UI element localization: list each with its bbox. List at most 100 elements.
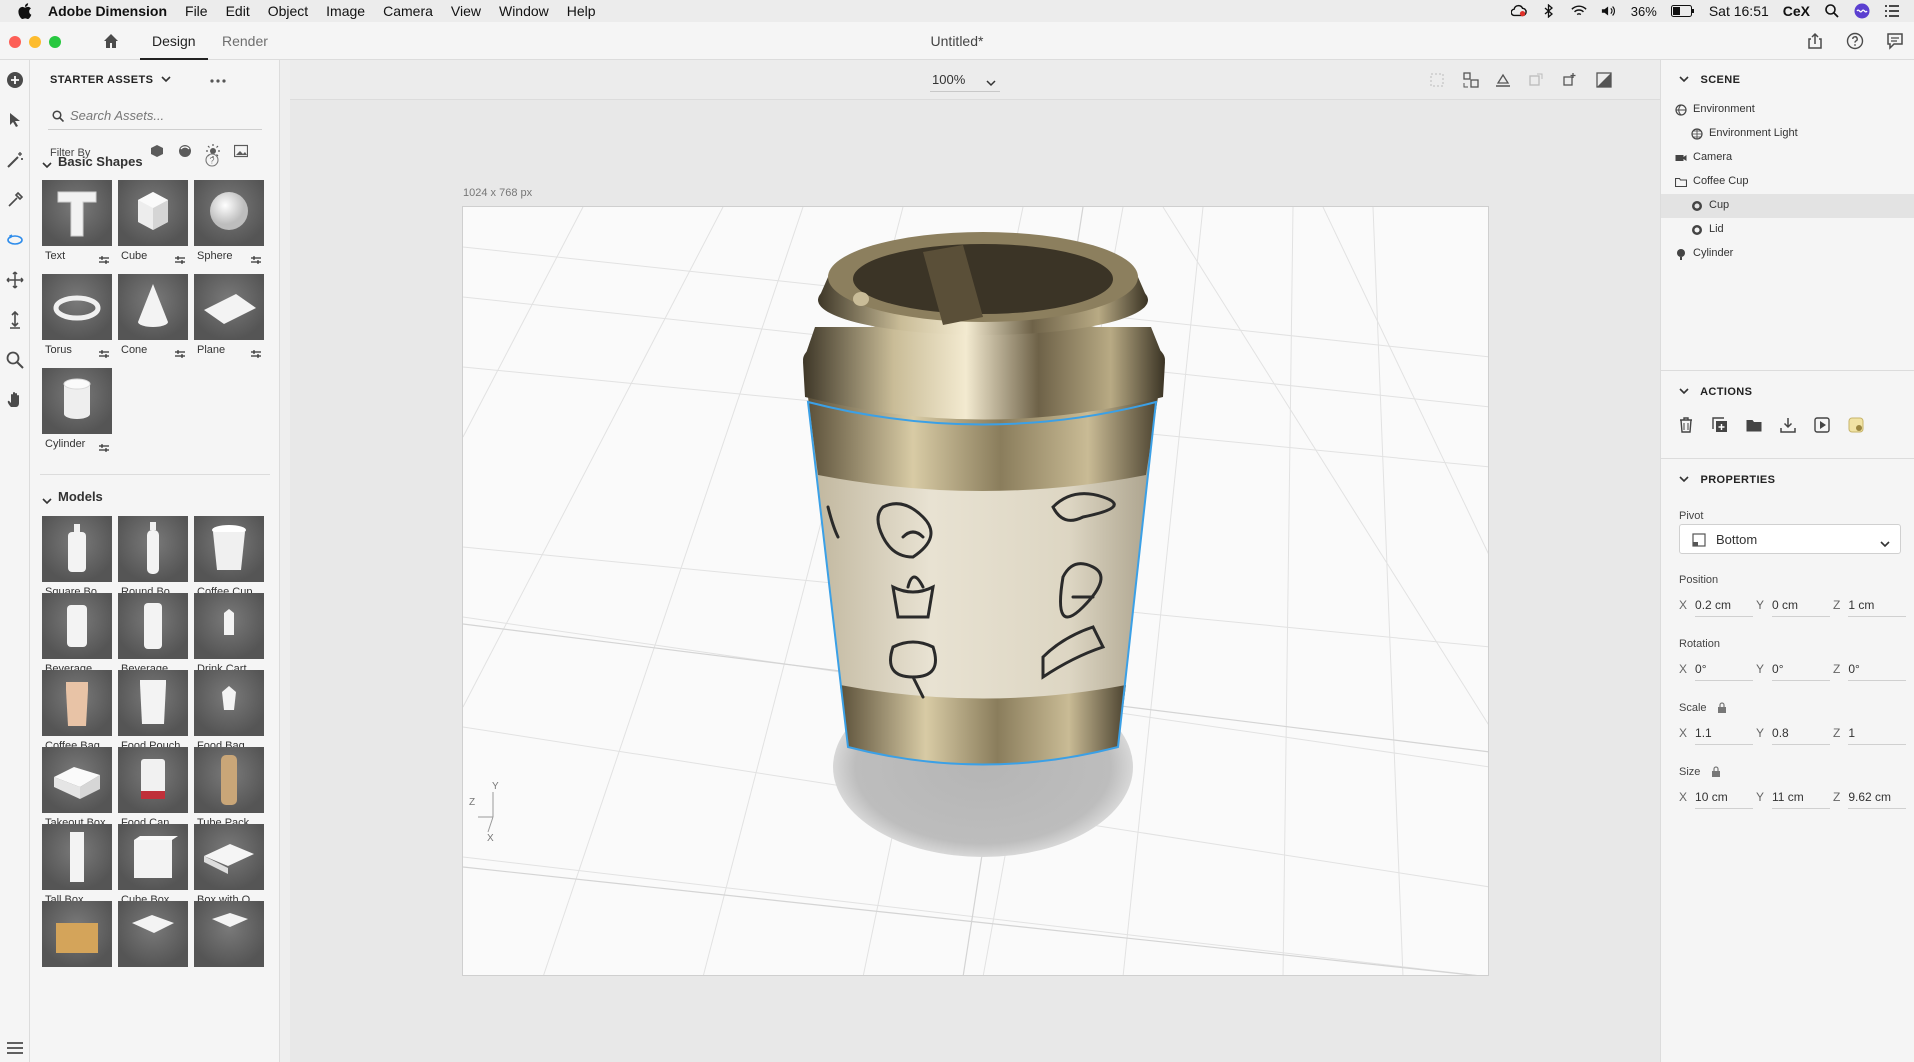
menu-object[interactable]: Object xyxy=(268,3,308,19)
asset-tile-beverage-can-2[interactable]: Beverage ... xyxy=(118,593,188,681)
options-icon[interactable] xyxy=(98,346,110,358)
starter-assets-dropdown[interactable]: STARTER ASSETS xyxy=(50,74,171,86)
asset-tile-cone[interactable]: Cone xyxy=(118,274,188,362)
asset-tile-food-can[interactable]: Food Can xyxy=(118,747,188,835)
scale-y-value[interactable]: 0.8 xyxy=(1772,726,1831,745)
scale-y-field[interactable]: Y 0.8 xyxy=(1756,726,1831,745)
rotation-x-field[interactable]: X 0° xyxy=(1679,662,1754,681)
render-preview-icon[interactable] xyxy=(1593,70,1615,90)
rotation-x-value[interactable]: 0° xyxy=(1695,662,1754,681)
lock-icon[interactable] xyxy=(1711,765,1721,783)
size-z-field[interactable]: Z 9.62 cm xyxy=(1833,790,1907,809)
zoom-level-dropdown[interactable]: 100% xyxy=(930,68,1000,92)
position-z-field[interactable]: Z1 cm xyxy=(1833,598,1907,617)
search-assets-field[interactable]: Search Assets... xyxy=(48,102,262,130)
asset-tile-text[interactable]: Text xyxy=(42,180,112,268)
align-distribute-icon[interactable] xyxy=(1460,70,1482,90)
menu-help[interactable]: Help xyxy=(567,3,596,19)
rotation-z-field[interactable]: Z 0° xyxy=(1833,662,1907,681)
duplicate-icon[interactable] xyxy=(1711,416,1729,434)
asset-tile-coffee-cup[interactable]: Coffee Cup xyxy=(194,516,264,604)
wifi-icon[interactable] xyxy=(1571,3,1587,19)
options-icon[interactable] xyxy=(250,346,262,358)
more-options-icon[interactable] xyxy=(208,74,228,86)
scene-item-cylinder[interactable]: Cylinder xyxy=(1661,242,1914,266)
options-icon[interactable] xyxy=(174,252,186,264)
filter-materials-icon[interactable] xyxy=(178,144,192,163)
size-y-field[interactable]: Y 11 cm xyxy=(1756,790,1831,809)
options-icon[interactable] xyxy=(98,440,110,452)
scale-x-value[interactable]: 1.1 xyxy=(1695,726,1754,745)
bluetooth-icon[interactable] xyxy=(1541,3,1557,19)
place-on-image-icon[interactable] xyxy=(1813,416,1831,434)
group-icon[interactable] xyxy=(1745,416,1763,434)
properties-section-header[interactable]: PROPERTIES xyxy=(1679,474,1775,486)
drop-to-ground-action-icon[interactable] xyxy=(1779,416,1797,434)
asset-tile-partial[interactable] xyxy=(42,901,112,989)
asset-tile-beverage-can[interactable]: Beverage ... xyxy=(42,593,112,681)
asset-tile-coffee-bag[interactable]: Coffee Bag xyxy=(42,670,112,758)
menu-camera[interactable]: Camera xyxy=(383,3,433,19)
lock-icon[interactable] xyxy=(1717,701,1727,719)
select-tool-icon[interactable] xyxy=(5,110,25,130)
share-icon[interactable] xyxy=(1806,32,1824,50)
feedback-icon[interactable] xyxy=(1886,32,1904,50)
position-y-field[interactable]: Y0 cm xyxy=(1756,598,1831,617)
add-content-icon[interactable] xyxy=(5,70,25,90)
asset-tile-tall-box[interactable]: Tall Box xyxy=(42,824,112,912)
sample-tool-icon[interactable] xyxy=(5,190,25,210)
volume-icon[interactable] xyxy=(1601,3,1617,19)
scene-item-lid[interactable]: Lid xyxy=(1661,218,1914,242)
pan-tool-icon[interactable] xyxy=(5,270,25,290)
size-y-value[interactable]: 11 cm xyxy=(1772,790,1831,809)
snap-icon[interactable] xyxy=(1525,70,1547,90)
asset-tile-partial[interactable] xyxy=(194,901,264,989)
3d-viewport[interactable]: Y Z X xyxy=(462,206,1489,976)
zoom-tool-icon[interactable] xyxy=(5,350,25,370)
hand-tool-icon[interactable] xyxy=(5,390,25,410)
spotlight-search-icon[interactable] xyxy=(1824,3,1840,19)
menu-window[interactable]: Window xyxy=(499,3,549,19)
apple-icon[interactable] xyxy=(14,0,36,22)
search-input[interactable]: Search Assets... xyxy=(70,108,164,123)
size-x-field[interactable]: X 10 cm xyxy=(1679,790,1754,809)
asset-tile-cube[interactable]: Cube xyxy=(118,180,188,268)
scene-item-environment[interactable]: Environment xyxy=(1661,98,1914,122)
panel-toggle-icon[interactable] xyxy=(5,1038,25,1058)
asset-tile-plane[interactable]: Plane xyxy=(194,274,264,362)
asset-tile-sphere[interactable]: Sphere xyxy=(194,180,264,268)
notification-center-icon[interactable] xyxy=(1884,3,1900,19)
chevron-down-icon[interactable] xyxy=(42,492,52,510)
orbit-tool-icon[interactable] xyxy=(5,230,25,250)
asset-tile-box-with-opening[interactable]: Box with O... xyxy=(194,824,264,912)
filter-images-icon[interactable] xyxy=(233,144,249,163)
fit-canvas-icon[interactable] xyxy=(1426,70,1448,90)
app-name-menu[interactable]: Adobe Dimension xyxy=(48,3,167,19)
menu-view[interactable]: View xyxy=(451,3,481,19)
asset-tile-drink-carton[interactable]: Drink Cart... xyxy=(194,593,264,681)
pivot-dropdown[interactable]: Bottom xyxy=(1679,524,1901,554)
asset-tile-tube-package[interactable]: Tube Pack... xyxy=(194,747,264,835)
size-z-value[interactable]: 9.62 cm xyxy=(1848,790,1907,809)
dolly-tool-icon[interactable] xyxy=(5,310,25,330)
filter-models-icon[interactable] xyxy=(150,144,164,163)
scene-item-environment-light[interactable]: Environment Light xyxy=(1661,122,1914,146)
asset-tile-torus[interactable]: Torus xyxy=(42,274,112,362)
user-name[interactable]: CeX xyxy=(1783,3,1810,19)
menu-file[interactable]: File xyxy=(185,3,208,19)
clock[interactable]: Sat 16:51 xyxy=(1709,3,1769,19)
menu-image[interactable]: Image xyxy=(326,3,365,19)
asset-tile-takeout-box[interactable]: Takeout Box xyxy=(42,747,112,835)
rotation-z-value[interactable]: 0° xyxy=(1848,662,1907,681)
scene-item-cup[interactable]: Cup xyxy=(1661,194,1914,218)
rotation-y-value[interactable]: 0° xyxy=(1772,662,1831,681)
drop-to-ground-icon[interactable] xyxy=(1492,70,1514,90)
options-icon[interactable] xyxy=(174,346,186,358)
info-icon[interactable]: ? xyxy=(205,153,219,172)
asset-tile-food-bag[interactable]: Food Bag xyxy=(194,670,264,758)
scale-z-value[interactable]: 1 xyxy=(1848,726,1907,745)
position-z-value[interactable]: 1 cm xyxy=(1848,598,1907,617)
magic-wand-tool-icon[interactable] xyxy=(5,150,25,170)
asset-tile-cylinder[interactable]: Cylinder xyxy=(42,368,112,456)
menu-edit[interactable]: Edit xyxy=(226,3,250,19)
